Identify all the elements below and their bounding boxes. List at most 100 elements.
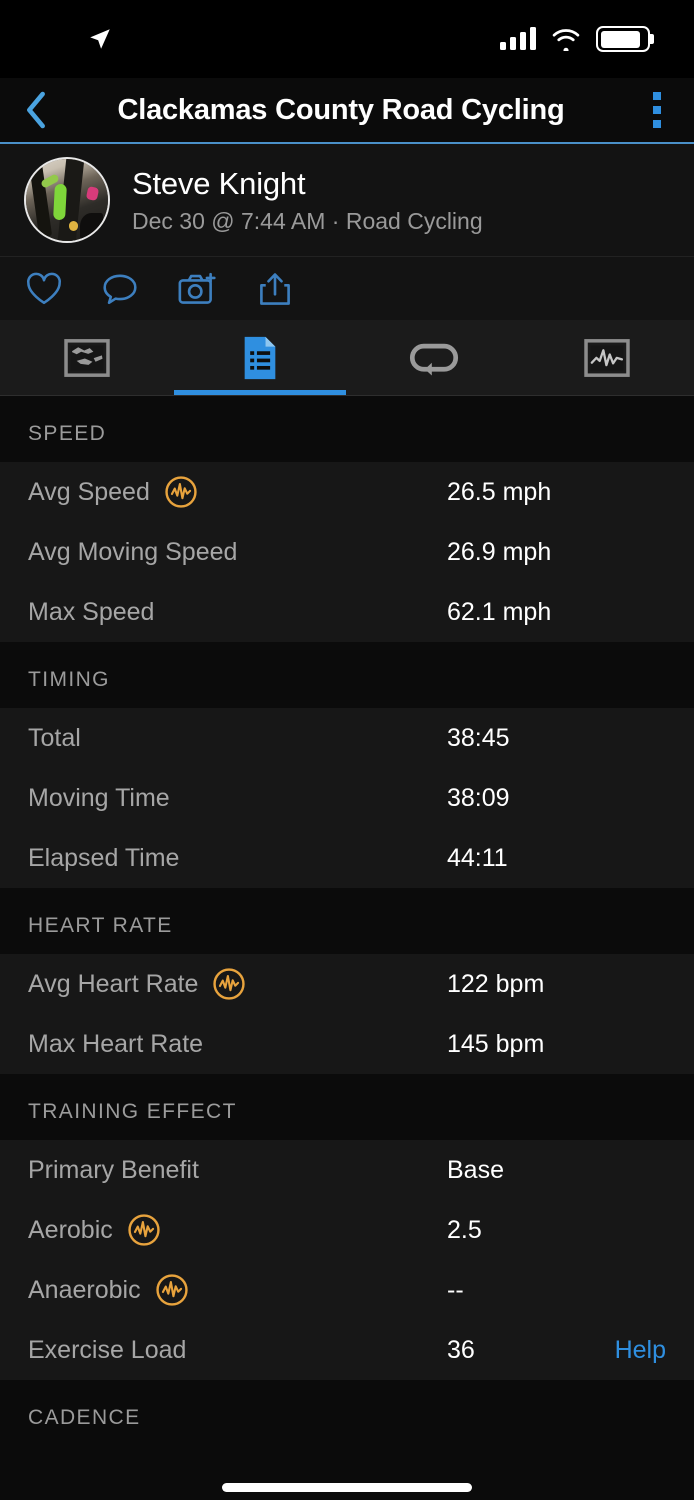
waveform-badge-icon — [165, 476, 197, 508]
navigation-bar: Clackamas County Road Cycling — [0, 78, 694, 144]
stat-row[interactable]: Moving Time 38:09 — [0, 768, 694, 828]
tab-map[interactable] — [0, 320, 174, 395]
stat-row[interactable]: Total 38:45 — [0, 708, 694, 768]
stat-value: 62.1 mph — [447, 597, 552, 626]
stat-value: 145 bpm — [447, 1029, 545, 1058]
stat-row[interactable]: Max Heart Rate 145 bpm — [0, 1014, 694, 1074]
status-time: 7:38 — [46, 30, 78, 47]
avatar[interactable] — [24, 157, 110, 243]
activity-subtitle: Dec 30 @ 7:44 AM · Road Cycling — [132, 207, 483, 234]
location-arrow-icon — [90, 29, 110, 49]
tab-details[interactable] — [174, 320, 348, 395]
tab-laps[interactable] — [347, 320, 521, 395]
home-indicator — [0, 1483, 694, 1492]
stat-value: 26.9 mph — [447, 537, 552, 566]
like-button[interactable] — [26, 272, 62, 306]
stat-row[interactable]: Avg Speed 26.5 mph — [0, 462, 694, 522]
waveform-badge-icon — [128, 1214, 160, 1246]
laps-loop-icon — [409, 343, 458, 375]
stat-label-wrap: Avg Speed — [28, 475, 198, 509]
add-photo-icon — [178, 272, 216, 304]
stat-label: Max Heart Rate — [28, 1029, 204, 1058]
stat-label: Total — [28, 723, 81, 752]
stat-label-wrap: Total — [28, 724, 81, 753]
stat-row[interactable]: Elapsed Time 44:11 — [0, 828, 694, 888]
stat-value: 44:11 — [447, 843, 508, 872]
share-button[interactable] — [258, 272, 292, 306]
section-header: SPEED — [0, 396, 694, 462]
stat-label: Primary Benefit — [28, 1155, 199, 1184]
stat-label-wrap: Anaerobic — [28, 1273, 189, 1307]
action-row — [0, 256, 694, 320]
section-header: TIMING — [0, 642, 694, 708]
waveform-badge-icon — [155, 1274, 188, 1306]
stat-label: Exercise Load — [28, 1335, 187, 1364]
stat-value: 36 — [447, 1335, 475, 1364]
page-title: Clackamas County Road Cycling — [117, 93, 565, 126]
section-rows: Primary Benefit Base Aerobic 2.5 Anaerobic … — [0, 1140, 694, 1380]
activity-meta: Steve Knight Dec 30 @ 7:44 AM · Road Cyc… — [132, 166, 483, 235]
stat-row[interactable]: Exercise Load 36 Help — [0, 1320, 694, 1380]
stat-label: Moving Time — [28, 783, 170, 812]
stat-row[interactable]: Primary Benefit Base — [0, 1140, 694, 1200]
stat-label-wrap: Max Heart Rate — [28, 1030, 203, 1059]
stat-row[interactable]: Anaerobic -- — [0, 1260, 694, 1320]
stat-row[interactable]: Max Speed 62.1 mph — [0, 582, 694, 642]
stat-label: Avg Heart Rate — [28, 969, 199, 998]
details-content[interactable]: SPEED Avg Speed 26.5 mph Avg Moving Speed 2… — [0, 396, 694, 1500]
stat-value: 38:09 — [447, 783, 510, 812]
stat-label-wrap: Avg Moving Speed — [28, 538, 237, 567]
tab-charts[interactable] — [521, 320, 694, 395]
section-rows: Avg Heart Rate 122 bpm Max Heart Rate 145 … — [0, 954, 694, 1074]
section-header: HEART RATE — [0, 888, 694, 954]
overflow-menu-icon[interactable] — [620, 92, 694, 128]
stat-label: Anaerobic — [28, 1275, 141, 1304]
stat-label-wrap: Moving Time — [28, 784, 170, 813]
stat-value: 122 bpm — [447, 969, 545, 998]
stat-row[interactable]: Aerobic 2.5 — [0, 1200, 694, 1260]
battery-full-icon — [596, 26, 650, 52]
help-link[interactable]: Help — [615, 1336, 666, 1365]
stat-label-wrap: Avg Heart Rate — [28, 967, 246, 1001]
stat-label-wrap: Elapsed Time — [28, 844, 179, 873]
stat-label: Max Speed — [28, 597, 155, 626]
stat-value: 2.5 — [447, 1215, 482, 1244]
comment-icon — [103, 274, 137, 304]
section-header: TRAINING EFFECT — [0, 1074, 694, 1140]
stat-value: 26.5 mph — [447, 477, 552, 506]
user-name[interactable]: Steve Knight — [132, 166, 483, 202]
stat-label-wrap: Exercise Load — [28, 1336, 186, 1365]
stat-value: 38:45 — [447, 723, 510, 752]
waveform-badge-icon[interactable] — [127, 1213, 161, 1247]
stat-label: Elapsed Time — [28, 843, 180, 872]
chevron-left-icon — [27, 91, 45, 129]
share-icon — [260, 272, 290, 305]
charts-graph-icon — [584, 338, 630, 377]
waveform-badge-icon[interactable] — [155, 1273, 189, 1307]
like-icon — [27, 272, 61, 304]
details-document-icon — [244, 336, 276, 379]
map-icon — [64, 338, 110, 377]
section-rows: Total 38:45 Moving Time 38:09 Elapsed Time 44… — [0, 708, 694, 888]
stat-value: -- — [447, 1275, 464, 1304]
waveform-badge-icon[interactable] — [164, 475, 198, 509]
waveform-badge-icon[interactable] — [212, 967, 246, 1001]
activity-header: Steve Knight Dec 30 @ 7:44 AM · Road Cyc… — [0, 144, 694, 256]
stat-label: Aerobic — [28, 1215, 113, 1244]
section-header: CADENCE — [0, 1380, 694, 1446]
cellular-signal-icon — [500, 27, 536, 50]
section-rows: Avg Speed 26.5 mph Avg Moving Speed 26.9 m… — [0, 462, 694, 642]
stat-row[interactable]: Avg Moving Speed 26.9 mph — [0, 522, 694, 582]
add-photo-button[interactable] — [178, 272, 218, 306]
stat-label-wrap: Primary Benefit — [28, 1156, 199, 1185]
stat-label-wrap: Max Speed — [28, 598, 154, 627]
stat-label: Avg Moving Speed — [28, 537, 238, 566]
stat-row[interactable]: Avg Heart Rate 122 bpm — [0, 954, 694, 1014]
stat-value: Base — [447, 1155, 504, 1184]
comment-button[interactable] — [102, 272, 138, 306]
back-button[interactable] — [0, 90, 72, 130]
status-bar-left: 7:38 — [46, 26, 113, 52]
tab-bar — [0, 320, 694, 396]
waveform-badge-icon — [213, 968, 246, 1000]
phone-screen: 7:38 Clackamas County Road Cycling Steve… — [0, 0, 694, 1500]
